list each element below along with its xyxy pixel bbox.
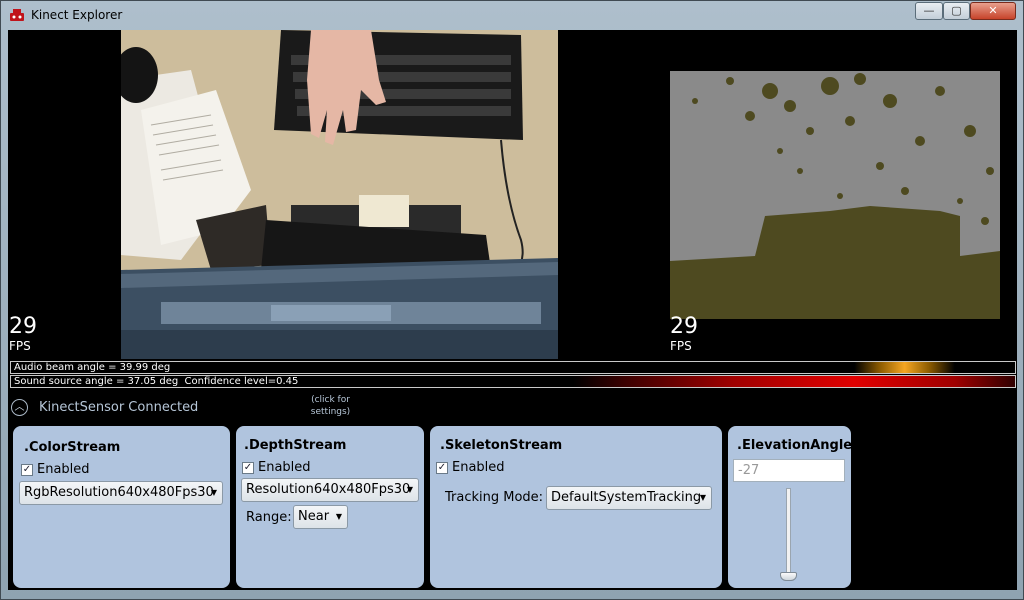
- range-select[interactable]: Near ▼: [293, 505, 348, 529]
- depth-fps-display: 29 FPS: [670, 314, 698, 354]
- tracking-mode-value: DefaultSystemTracking: [551, 490, 702, 505]
- depth-stream-panel: .DepthStream ✓ Enabled Resolution640x480…: [236, 426, 424, 588]
- color-format-value: RgbResolution640x480Fps30: [24, 485, 214, 500]
- settings-hint[interactable]: (click for settings): [308, 394, 353, 418]
- tracking-mode-select[interactable]: DefaultSystemTracking ▼: [546, 486, 712, 510]
- depth-enabled-label: Enabled: [258, 460, 311, 475]
- dropdown-arrow-icon: ▼: [699, 493, 706, 502]
- color-fps-display: 29 FPS: [9, 314, 37, 354]
- client-area: 29 FPS 29 FPS Audio beam angle = 39.99 d…: [8, 30, 1017, 590]
- color-stream-title: .ColorStream: [24, 440, 121, 455]
- depth-format-select[interactable]: Resolution640x480Fps30 ▼: [241, 478, 419, 502]
- elevation-slider-thumb[interactable]: [780, 572, 797, 581]
- color-camera-image: [121, 30, 558, 359]
- color-enabled-label: Enabled: [37, 462, 90, 477]
- maximize-button[interactable]: ▢: [943, 2, 970, 20]
- skeleton-enabled-checkbox[interactable]: ✓: [436, 462, 448, 474]
- depth-stream-title: .DepthStream: [244, 438, 347, 453]
- range-value: Near: [298, 509, 330, 524]
- dropdown-arrow-icon: ▼: [406, 485, 413, 494]
- elevation-angle-field[interactable]: -27: [733, 459, 845, 482]
- depth-fps-value: 29: [670, 314, 698, 339]
- color-enabled-checkbox[interactable]: ✓: [21, 464, 33, 476]
- chevron-up-icon[interactable]: ︿: [11, 399, 28, 416]
- sound-source-bar: Sound source angle = 37.05 deg Confidenc…: [10, 375, 1016, 388]
- color-fps-value: 29: [9, 314, 37, 339]
- color-fps-label: FPS: [9, 339, 31, 353]
- app-window: Kinect Explorer — ▢ ✕ 29 FPS 29 FPS Audi…: [0, 0, 1024, 600]
- sound-source-text: Sound source angle = 37.05 deg Confidenc…: [14, 376, 299, 387]
- audio-beam-text: Audio beam angle = 39.99 deg: [14, 362, 171, 373]
- sensor-status-text[interactable]: KinectSensor Connected: [39, 400, 198, 415]
- minimize-button[interactable]: —: [915, 2, 943, 20]
- skeleton-stream-title: .SkeletonStream: [440, 438, 563, 453]
- depth-fps-label: FPS: [670, 339, 692, 353]
- elevation-title: .ElevationAngle: [737, 438, 853, 453]
- depth-camera-view: [670, 71, 1000, 319]
- color-camera-view: [121, 30, 558, 359]
- elevation-panel: .ElevationAngle -27: [728, 426, 853, 588]
- skeleton-enabled-label: Enabled: [452, 460, 505, 475]
- depth-format-value: Resolution640x480Fps30: [246, 482, 411, 497]
- color-stream-panel: .ColorStream ✓ Enabled RgbResolution640x…: [13, 426, 230, 588]
- range-label: Range:: [246, 510, 292, 525]
- depth-camera-image: [670, 71, 1000, 319]
- depth-enabled-checkbox[interactable]: ✓: [242, 462, 254, 474]
- title-bar[interactable]: Kinect Explorer — ▢ ✕: [1, 1, 1023, 29]
- skeleton-stream-panel: .SkeletonStream ✓ Enabled Tracking Mode:…: [430, 426, 722, 588]
- tracking-mode-label: Tracking Mode:: [445, 490, 544, 505]
- elevation-slider-track[interactable]: [786, 488, 791, 578]
- dropdown-arrow-icon: ▼: [210, 488, 217, 497]
- window-title: Kinect Explorer: [31, 8, 123, 22]
- dropdown-arrow-icon: ▼: [335, 512, 342, 521]
- audio-beam-bar: Audio beam angle = 39.99 deg: [10, 361, 1016, 374]
- color-format-select[interactable]: RgbResolution640x480Fps30 ▼: [19, 481, 223, 505]
- kinect-app-icon: [10, 9, 24, 21]
- close-button[interactable]: ✕: [970, 2, 1016, 20]
